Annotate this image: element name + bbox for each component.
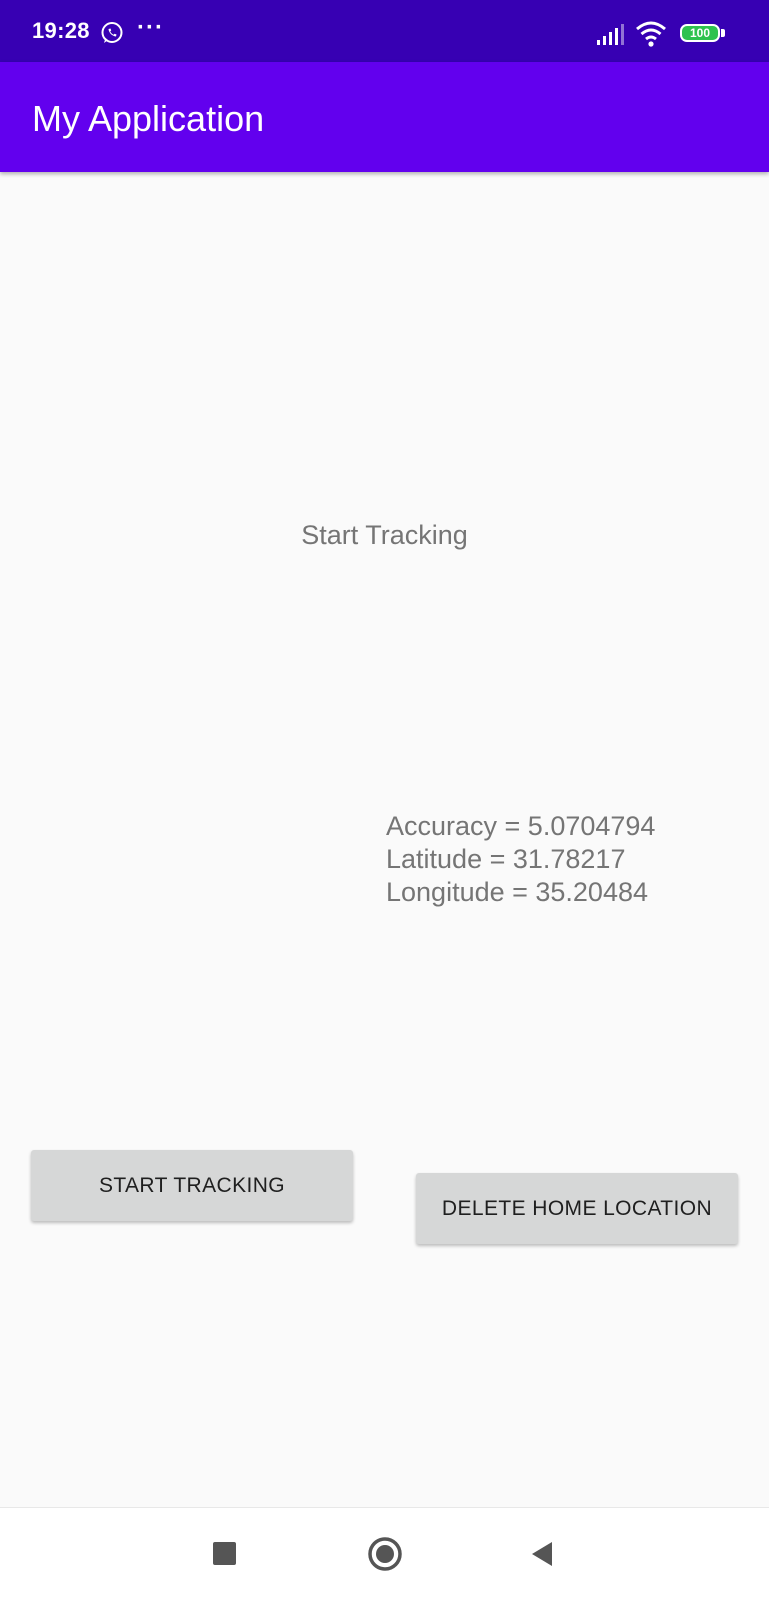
recents-icon[interactable] bbox=[213, 1542, 236, 1565]
status-time: 19:28 bbox=[32, 18, 90, 43]
app-title: My Application bbox=[32, 98, 265, 139]
app-bar: My Application bbox=[0, 62, 769, 172]
navigation-bar bbox=[0, 1507, 769, 1601]
back-icon[interactable] bbox=[530, 1540, 554, 1568]
battery-icon: 100 bbox=[680, 24, 726, 44]
accuracy-text: Accuracy = 5.0704794 bbox=[386, 811, 656, 841]
start-tracking-button[interactable]: START TRACKING bbox=[31, 1150, 353, 1221]
location-info: Accuracy = 5.0704794 Latitude = 31.78217… bbox=[386, 810, 655, 909]
home-icon[interactable] bbox=[367, 1536, 403, 1572]
status-bar: 19:28 ··· 100 bbox=[0, 0, 769, 62]
tracking-status-label: Start Tracking bbox=[301, 520, 468, 550]
delete-home-location-button[interactable]: DELETE HOME LOCATION bbox=[416, 1173, 738, 1244]
signal-icon bbox=[597, 24, 624, 45]
whatsapp-icon bbox=[101, 22, 123, 43]
battery-level: 100 bbox=[680, 24, 720, 42]
wifi-icon bbox=[636, 21, 666, 47]
more-notifications-icon: ··· bbox=[137, 14, 164, 41]
longitude-text: Longitude = 35.20484 bbox=[386, 877, 648, 907]
latitude-text: Latitude = 31.78217 bbox=[386, 844, 626, 874]
battery-tip bbox=[721, 29, 725, 37]
